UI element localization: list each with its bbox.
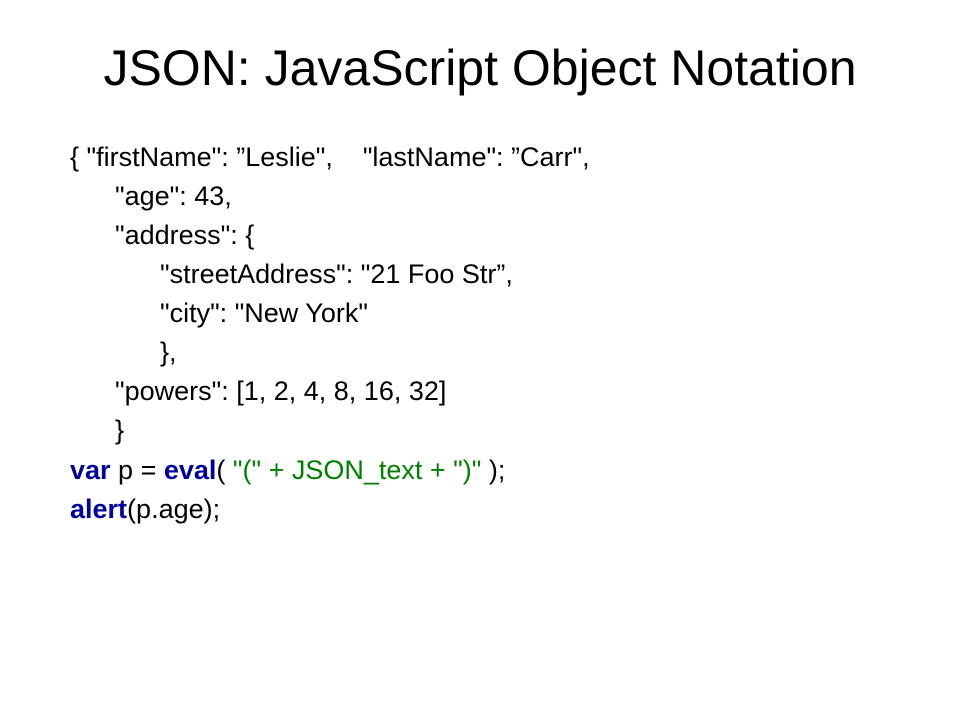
fn-eval: eval <box>164 455 217 485</box>
slide: JSON: JavaScript Object Notation { "firs… <box>0 0 960 720</box>
slide-title: JSON: JavaScript Object Notation <box>60 40 900 98</box>
keyword-var: var <box>70 455 111 485</box>
fn-alert: alert <box>70 494 127 524</box>
code-line-7: "powers": [1, 2, 4, 8, 16, 32] <box>70 376 446 406</box>
code-block: { "firstName": ”Leslie", "lastName": ”Ca… <box>70 138 900 529</box>
paren-close: ); <box>489 455 506 485</box>
code-line-4: "streetAddress": "21 Foo Str”, <box>70 259 513 289</box>
code-line-8: } <box>70 415 124 445</box>
alert-arg: p.age <box>136 494 204 524</box>
code-line-1: { "firstName": ”Leslie", "lastName": ”Ca… <box>70 142 590 172</box>
paren-open-2: ( <box>127 494 136 524</box>
code-line-3: "address": { <box>70 220 254 250</box>
eval-arg: "(" + JSON_text + ")" <box>225 455 488 485</box>
code-js-line-1: var p = eval( "(" + JSON_text + ")" ); <box>70 455 505 485</box>
code-js-line-2: alert(p.age); <box>70 494 220 524</box>
code-line-6: }, <box>70 337 177 367</box>
paren-close-2: ); <box>204 494 221 524</box>
code-line-5: "city": "New York" <box>70 298 368 328</box>
text-assign: p = <box>111 455 164 485</box>
code-line-2: "age": 43, <box>70 181 232 211</box>
